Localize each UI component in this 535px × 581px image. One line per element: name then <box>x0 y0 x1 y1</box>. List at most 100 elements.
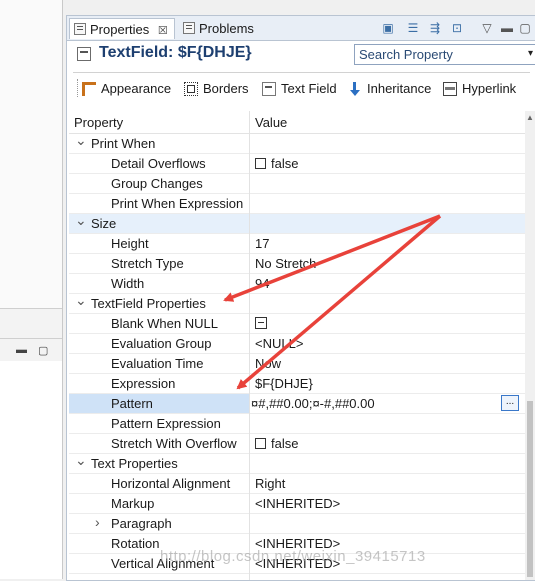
tab-hyperlink[interactable]: Hyperlink <box>443 79 516 99</box>
tab-borders[interactable]: Borders <box>184 79 249 99</box>
property-row[interactable]: Evaluation Group <NULL> <box>69 334 525 354</box>
tab-appearance-label: Appearance <box>101 81 172 96</box>
left-upper-view <box>0 0 62 309</box>
tab-text-field-label: Text Field <box>281 81 337 96</box>
toolbar-grip <box>77 79 81 97</box>
property-row[interactable]: Print When Expression <box>69 194 525 214</box>
borders-icon <box>184 82 198 96</box>
property-value[interactable]: false <box>255 436 298 451</box>
property-name: Print When Expression <box>111 196 244 211</box>
search-property-combo[interactable]: Search Property ▾ <box>354 44 535 65</box>
ellipsis-button[interactable]: ... <box>501 395 519 411</box>
property-value[interactable]: No Stretch <box>255 256 316 271</box>
property-row[interactable]: Pattern Expression <box>69 414 525 434</box>
pin-view-icon[interactable]: ▣ <box>380 20 396 36</box>
tab-problems[interactable]: Problems <box>179 18 260 39</box>
property-value[interactable]: 94 <box>255 276 269 291</box>
tab-properties[interactable]: Properties ☒ <box>69 18 175 39</box>
property-value[interactable]: <NULL> <box>255 336 303 351</box>
property-category-row[interactable]: ⌄ TextField Properties <box>69 292 525 314</box>
property-name: Expression <box>111 376 176 391</box>
property-row[interactable]: Expression $F{DHJE} <box>69 374 525 394</box>
scrollbar-thumb[interactable] <box>527 401 533 577</box>
property-name: Detail Overflows <box>111 156 206 171</box>
property-row[interactable]: Markup <INHERITED> <box>69 494 525 514</box>
minimize-icon[interactable]: ▬ <box>499 20 515 36</box>
chevron-right-icon[interactable]: › <box>95 514 100 530</box>
indeterminate-checkbox[interactable] <box>255 317 267 329</box>
property-row[interactable]: Pattern ¤#,##0.00;¤-#,##0.00... <box>69 394 525 414</box>
property-name: Stretch With Overflow <box>111 436 237 451</box>
property-category-row[interactable]: ⌄ Print When <box>69 132 525 154</box>
property-name: Width <box>111 276 145 291</box>
property-name: Horizontal Alignment <box>111 476 231 491</box>
page-title: TextField: $F{DHJE} <box>99 44 252 61</box>
tab-inheritance[interactable]: Inheritance <box>348 79 431 99</box>
property-name: Print When <box>91 136 156 151</box>
chevron-down-icon[interactable]: ⌄ <box>75 452 87 469</box>
property-row[interactable]: Group Changes <box>69 174 525 194</box>
property-row[interactable]: Horizontal Alignment Right <box>69 474 525 494</box>
property-name: Paragraph <box>111 516 172 531</box>
property-name: Pattern <box>111 396 153 411</box>
maximize-icon[interactable]: ▢ <box>38 344 48 357</box>
property-name: Group Changes <box>111 176 203 191</box>
property-value[interactable]: Right <box>255 476 285 491</box>
vertical-scrollbar[interactable]: ▲ <box>525 111 535 580</box>
property-value[interactable] <box>255 316 267 331</box>
inheritance-arrow-icon <box>348 82 362 96</box>
property-grid: Property Value ⌄ Print When Detail Overflo… <box>69 111 525 580</box>
column-header-property[interactable]: Property <box>74 115 123 130</box>
column-header-value[interactable]: Value <box>255 115 287 130</box>
show-categories-icon[interactable]: ☰ <box>405 20 421 36</box>
restore-default-icon[interactable]: ⊡ <box>449 20 465 36</box>
view-menu-icon[interactable]: ▽ <box>479 20 495 36</box>
property-value[interactable]: $F{DHJE} <box>255 376 313 391</box>
divider <box>73 72 530 73</box>
property-name: Markup <box>111 496 155 511</box>
grid-header: Property Value <box>69 111 525 134</box>
view-tab-bar: Properties ☒ Problems ▣ ☰ ⇶ ⊡ ▽ ▬ ▢ <box>67 16 535 41</box>
tab-appearance[interactable]: Appearance <box>82 79 171 99</box>
tab-borders-label: Borders <box>203 81 249 96</box>
chevron-down-icon[interactable]: ▾ <box>528 48 533 59</box>
property-row[interactable]: Stretch Type No Stretch <box>69 254 525 274</box>
property-name: Stretch Type <box>111 256 184 271</box>
tab-text-field[interactable]: Text Field <box>262 79 337 99</box>
property-name: Pattern Expression <box>111 416 221 431</box>
property-value[interactable]: <INHERITED> <box>255 496 340 511</box>
property-row[interactable]: Detail Overflows false <box>69 154 525 174</box>
selected-name-cell <box>69 394 249 413</box>
chevron-down-icon[interactable]: ⌄ <box>75 212 87 229</box>
property-value[interactable]: 17 <box>255 236 269 251</box>
property-row[interactable]: Stretch With Overflow false <box>69 434 525 454</box>
property-name: Rotation <box>111 536 160 551</box>
tab-problems-label: Problems <box>199 21 254 36</box>
property-row[interactable]: Blank When NULL <box>69 314 525 334</box>
appearance-icon <box>82 82 96 96</box>
minimize-icon[interactable]: ▬ <box>16 344 27 356</box>
chevron-down-icon[interactable]: ⌄ <box>75 132 87 149</box>
property-name: Evaluation Group <box>111 336 212 351</box>
properties-view: Properties ☒ Problems ▣ ☰ ⇶ ⊡ ▽ ▬ ▢ Text… <box>66 15 535 581</box>
property-value[interactable]: false <box>255 156 298 171</box>
checkbox[interactable] <box>255 438 266 449</box>
scroll-up-icon[interactable]: ▲ <box>526 113 534 122</box>
property-category-row[interactable]: ⌄ Size <box>69 212 525 234</box>
maximize-icon[interactable]: ▢ <box>517 20 533 36</box>
tab-inheritance-label: Inheritance <box>367 81 432 96</box>
property-value[interactable]: ¤#,##0.00;¤-#,##0.00 <box>251 396 375 411</box>
property-name: Size <box>91 216 117 231</box>
chevron-down-icon[interactable]: ⌄ <box>75 292 87 309</box>
checkbox[interactable] <box>255 158 266 169</box>
tab-properties-label: Properties <box>90 22 150 37</box>
close-icon[interactable]: ☒ <box>158 21 168 42</box>
property-row[interactable]: › Paragraph <box>69 514 525 534</box>
show-advanced-icon[interactable]: ⇶ <box>427 20 443 36</box>
property-row[interactable]: Evaluation Time Now <box>69 354 525 374</box>
property-row[interactable]: Height 17 <box>69 234 525 254</box>
property-row[interactable]: Width 94 <box>69 274 525 294</box>
property-value[interactable]: Now <box>255 356 281 371</box>
property-category-row[interactable]: ⌄ Text Properties <box>69 452 525 474</box>
column-divider[interactable] <box>249 111 250 580</box>
